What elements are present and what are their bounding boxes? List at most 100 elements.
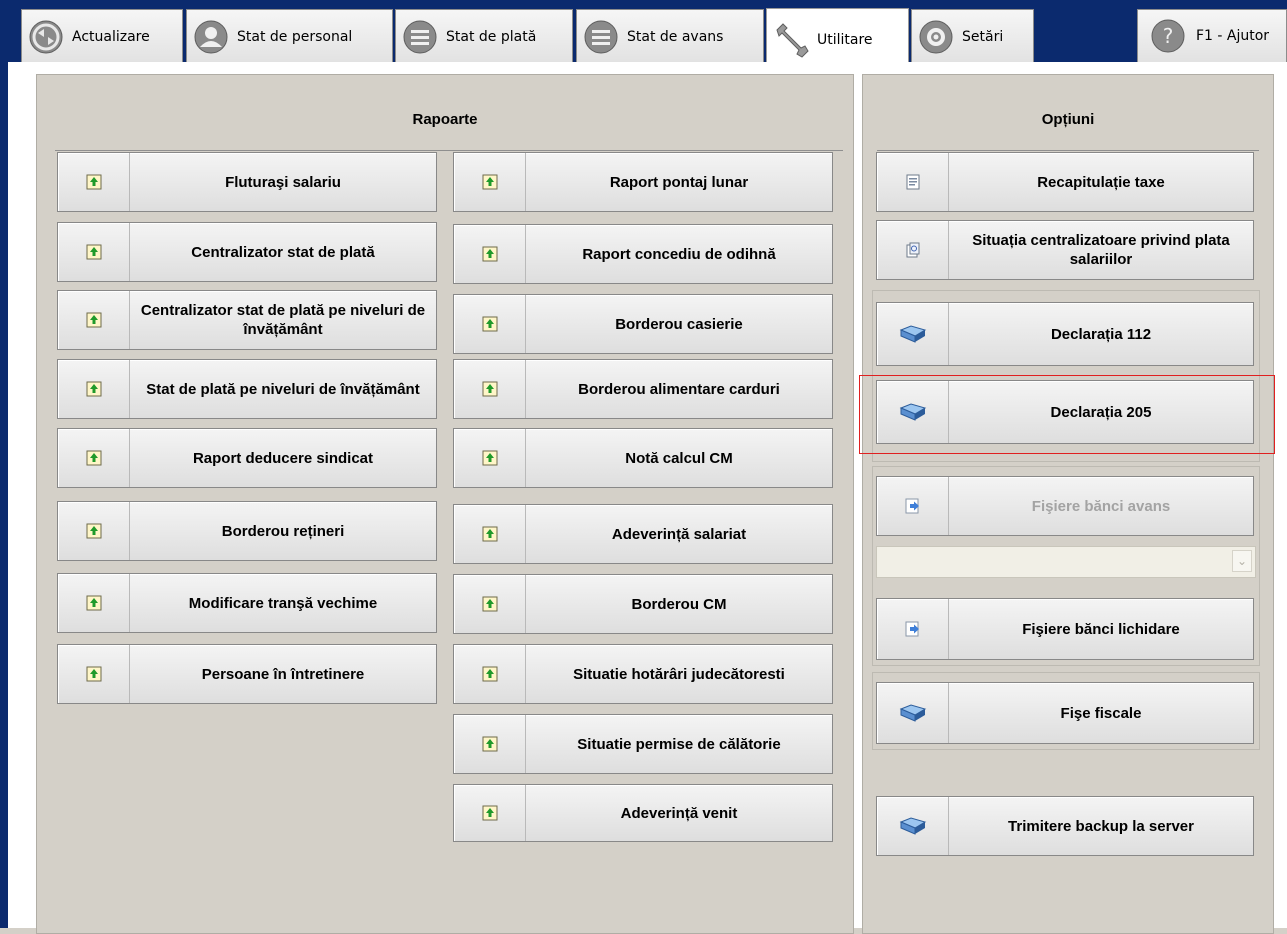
export-icon <box>454 715 526 773</box>
tab-label: Stat de personal <box>237 28 353 45</box>
borderou-retineri-button[interactable]: Borderou rețineri <box>57 501 437 561</box>
persoane-in-intretinere-button[interactable]: Persoane în întretinere <box>57 644 437 704</box>
button-label: Raport concediu de odihnă <box>582 245 776 263</box>
button-label: Modificare tranşă vechime <box>188 594 378 612</box>
document-icon <box>877 153 949 211</box>
stat-de-plata-niveluri-button[interactable]: Stat de plată pe niveluri de învățământ <box>57 359 437 419</box>
export-icon <box>58 502 130 560</box>
wrench-icon <box>771 20 811 60</box>
divider <box>55 150 843 151</box>
book-icon <box>877 381 949 443</box>
export-icon <box>58 223 130 281</box>
tab-stat-de-plata[interactable]: Stat de plată <box>395 9 573 63</box>
borderou-alimentare-carduri-button[interactable]: Borderou alimentare carduri <box>453 359 833 419</box>
button-label: Notă calcul CM <box>625 449 733 467</box>
button-label: Recapitulație taxe <box>1037 173 1165 191</box>
tab-label: Stat de plată <box>446 28 537 45</box>
tab-utilitare[interactable]: Utilitare <box>766 8 909 70</box>
centralizator-niveluri-button[interactable]: Centralizator stat de plată pe niveluri … <box>57 290 437 350</box>
button-label: Borderou casierie <box>615 315 743 333</box>
modificare-transa-vechime-button[interactable]: Modificare tranşă vechime <box>57 573 437 633</box>
export-icon <box>58 429 130 487</box>
export-icon <box>58 291 130 349</box>
export-icon <box>454 645 526 703</box>
button-label: Raport pontaj lunar <box>609 173 749 191</box>
tab-label: Stat de avans <box>627 28 724 45</box>
gear-icon <box>916 17 956 57</box>
button-label: Trimitere backup la server <box>1008 817 1194 835</box>
button-label: Adeverință salariat <box>611 525 747 543</box>
button-label: Persoane în întretinere <box>201 665 365 683</box>
situatie-hotarari-judecatoresti-button[interactable]: Situatie hotărâri judecătoresti <box>453 644 833 704</box>
trimitere-backup-button[interactable]: Trimitere backup la server <box>876 796 1254 856</box>
adeverinta-salariat-button[interactable]: Adeverință salariat <box>453 504 833 564</box>
person-icon <box>191 17 231 57</box>
help-label: F1 - Ajutor <box>1196 28 1270 44</box>
export-icon <box>454 225 526 283</box>
button-label: Situația centralizatoare privind plata s… <box>972 232 1230 268</box>
button-label: Situatie permise de călătorie <box>577 735 781 753</box>
list-icon <box>400 17 440 57</box>
optiuni-title: Opțiuni <box>1041 111 1095 128</box>
nota-calcul-cm-button[interactable]: Notă calcul CM <box>453 428 833 488</box>
export-icon <box>58 153 130 211</box>
import-icon <box>877 599 949 659</box>
help-icon: ? <box>1148 16 1188 56</box>
button-label: Borderou rețineri <box>221 522 345 540</box>
recapitulatie-taxe-button[interactable]: Recapitulație taxe <box>876 152 1254 212</box>
rapoarte-title: Rapoarte <box>412 111 478 128</box>
situatie-permise-de-calatorie-button[interactable]: Situatie permise de călătorie <box>453 714 833 774</box>
list-icon <box>581 17 621 57</box>
export-icon <box>454 295 526 353</box>
export-icon <box>454 575 526 633</box>
borderou-cm-button[interactable]: Borderou CM <box>453 574 833 634</box>
button-label: Centralizator stat de plată pe niveluri … <box>140 302 426 338</box>
help-button[interactable]: ? F1 - Ajutor <box>1137 9 1287 63</box>
situatia-centralizatoare-button[interactable]: Situația centralizatoare privind plata s… <box>876 220 1254 280</box>
fluturasi-salariu-button[interactable]: Fluturaşi salariu <box>57 152 437 212</box>
centralizator-stat-de-plata-button[interactable]: Centralizator stat de plată <box>57 222 437 282</box>
button-label: Fluturaşi salariu <box>225 173 341 191</box>
export-icon <box>454 785 526 841</box>
fisiere-banci-avans-button[interactable]: Fişiere bănci avans <box>876 476 1254 536</box>
export-icon <box>454 429 526 487</box>
tab-stat-de-avans[interactable]: Stat de avans <box>576 9 764 63</box>
refresh-icon <box>26 17 66 57</box>
fise-fiscale-button[interactable]: Fişe fiscale <box>876 682 1254 744</box>
button-label: Situatie hotărâri judecătoresti <box>573 665 785 683</box>
button-label: Adeverință venit <box>620 804 738 822</box>
window-frame-left <box>0 62 8 928</box>
raport-deducere-sindicat-button[interactable]: Raport deducere sindicat <box>57 428 437 488</box>
tab-setari[interactable]: Setări <box>911 9 1034 63</box>
adeverinta-venit-button[interactable]: Adeverință venit <box>453 784 833 842</box>
button-label: Fişe fiscale <box>1060 704 1142 722</box>
tab-label: Setări <box>962 28 1004 45</box>
svg-text:?: ? <box>1163 24 1174 48</box>
declaratia-112-button[interactable]: Declarația 112 <box>876 302 1254 366</box>
tab-stat-de-personal[interactable]: Stat de personal <box>186 9 393 63</box>
export-icon <box>454 153 526 211</box>
button-label: Fişiere bănci lichidare <box>1022 620 1180 638</box>
button-label: Centralizator stat de plată <box>191 243 375 261</box>
raport-pontaj-lunar-button[interactable]: Raport pontaj lunar <box>453 152 833 212</box>
utilitare-page: Rapoarte Opțiuni Fluturaşi salariu Centr… <box>8 62 1287 934</box>
book-icon <box>877 683 949 743</box>
tab-actualizare[interactable]: Actualizare <box>21 9 183 63</box>
fisiere-banci-lichidare-button[interactable]: Fişiere bănci lichidare <box>876 598 1254 660</box>
borderou-casierie-button[interactable]: Borderou casierie <box>453 294 833 354</box>
export-icon <box>58 574 130 632</box>
book-icon <box>877 797 949 855</box>
button-label: Raport deducere sindicat <box>192 449 374 467</box>
tab-label: Utilitare <box>817 31 873 48</box>
export-icon <box>454 360 526 418</box>
button-label: Fişiere bănci avans <box>1031 497 1171 515</box>
button-label: Borderou CM <box>631 595 727 613</box>
chevron-down-icon[interactable]: ⌄ <box>1232 550 1252 572</box>
report-icon <box>877 221 949 279</box>
button-label: Declarația 205 <box>1050 403 1152 421</box>
tab-label: Actualizare <box>72 28 150 45</box>
export-icon <box>58 645 130 703</box>
raport-concediu-de-odihna-button[interactable]: Raport concediu de odihnă <box>453 224 833 284</box>
declaratia-205-button[interactable]: Declarația 205 <box>876 380 1254 444</box>
banca-select[interactable]: ⌄ <box>876 546 1256 578</box>
